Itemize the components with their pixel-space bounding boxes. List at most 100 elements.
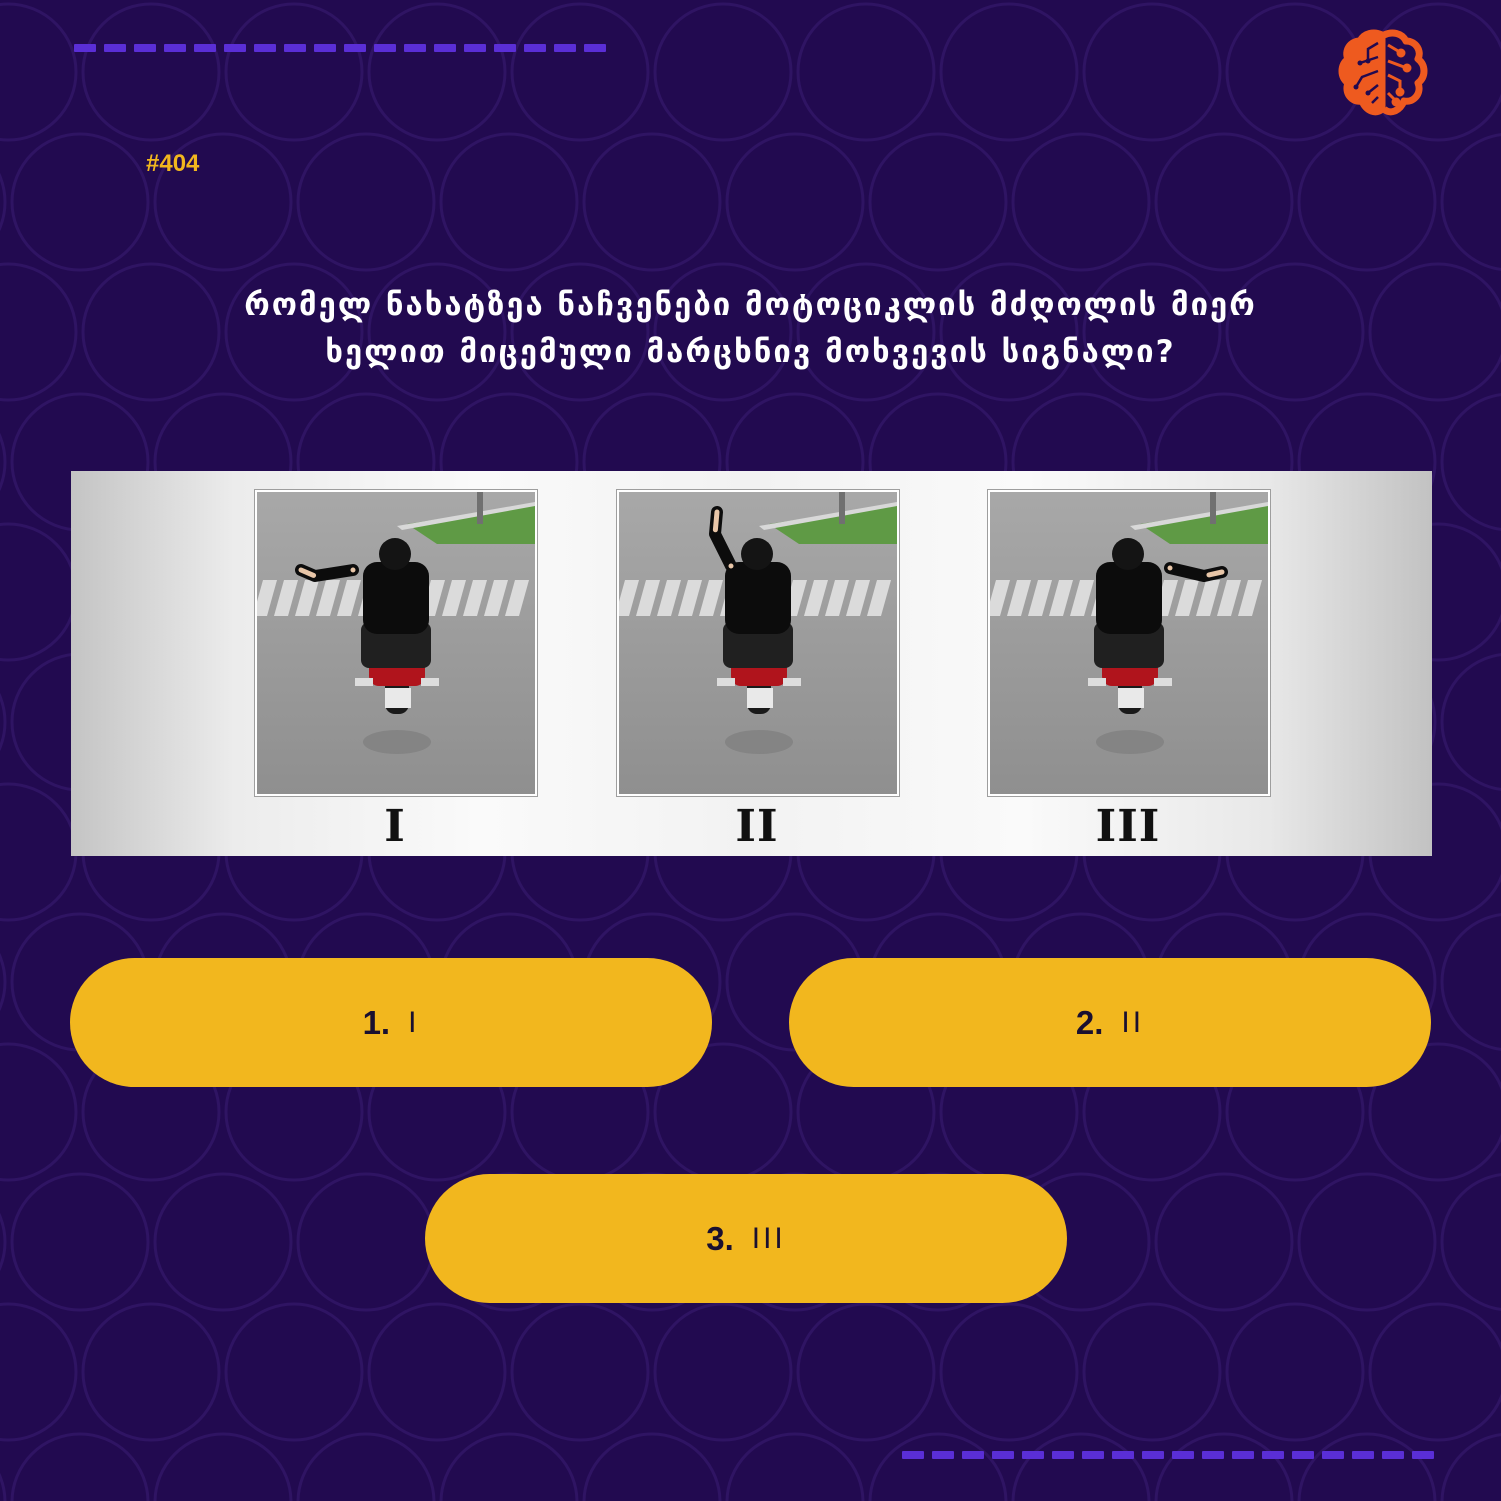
background-circle	[367, 1302, 507, 1442]
dash-segment	[134, 44, 156, 52]
dash-segment	[434, 44, 456, 52]
question-figure: I II III	[71, 471, 1432, 856]
background-circle	[1440, 913, 1501, 1051]
background-circle	[296, 1432, 436, 1501]
dash-segment	[1412, 1451, 1434, 1459]
dash-segment	[1052, 1451, 1074, 1459]
background-circle	[10, 1432, 150, 1501]
answer-option-2-number: 2.	[1075, 1003, 1104, 1041]
background-circle	[653, 1302, 793, 1442]
dash-segment	[404, 44, 426, 52]
dash-segment	[962, 1451, 984, 1459]
motorcycle-scene	[257, 492, 535, 794]
background-circle	[0, 952, 7, 1012]
background-circle	[796, 1302, 936, 1442]
background-circle	[1082, 1302, 1222, 1442]
background-circle	[0, 2, 78, 142]
dash-segment	[374, 44, 396, 52]
background-circle	[1011, 1432, 1151, 1501]
background-circle	[296, 132, 436, 272]
background-circle	[1368, 1302, 1501, 1442]
background-circle	[153, 1432, 293, 1501]
dash-segment	[254, 44, 276, 52]
background-circle	[1011, 132, 1151, 272]
dash-segment	[314, 44, 336, 52]
answer-option-2[interactable]: 2. II	[789, 958, 1431, 1087]
background-circle	[725, 132, 865, 272]
motorcycle-scene	[619, 492, 897, 794]
dash-segment	[1172, 1451, 1194, 1459]
answer-option-1[interactable]: 1. I	[70, 958, 712, 1087]
background-circle	[1082, 2, 1222, 142]
dash-segment	[494, 44, 516, 52]
background-circle	[1154, 1172, 1294, 1312]
background-circle	[510, 2, 650, 142]
question-number: #404	[146, 150, 200, 177]
answer-option-1-number: 1.	[362, 1003, 391, 1041]
background-circle	[81, 2, 221, 142]
question-text: რომელ ნახატზეა ნაჩვენები მოტოციკლის მძღო…	[100, 282, 1401, 376]
dash-segment	[1262, 1451, 1284, 1459]
background-circle	[868, 1432, 1008, 1501]
background-circle	[939, 2, 1079, 142]
background-circle	[510, 1302, 650, 1442]
background-circle	[224, 1302, 364, 1442]
dash-segment	[1322, 1451, 1344, 1459]
dash-segment	[554, 44, 576, 52]
background-circle	[1297, 1432, 1437, 1501]
background-circle	[0, 1472, 7, 1501]
background-circle	[0, 1302, 78, 1442]
answer-option-3-number: 3.	[706, 1219, 734, 1257]
background-circle	[868, 132, 1008, 272]
brain-circuit-logo	[1338, 29, 1428, 116]
background-circle	[153, 1172, 293, 1312]
dash-segment	[932, 1451, 954, 1459]
background-circle	[1440, 1173, 1501, 1311]
background-circle	[725, 1432, 865, 1501]
dash-segment	[1142, 1451, 1164, 1459]
dash-segment	[1082, 1451, 1104, 1459]
background-circle	[10, 132, 150, 272]
dash-segment	[194, 44, 216, 52]
dash-segment	[284, 44, 306, 52]
background-circle	[224, 2, 364, 142]
background-circle	[81, 1302, 221, 1442]
background-circle	[1154, 1432, 1294, 1501]
figure-panel-1	[255, 490, 537, 796]
background-circle	[1440, 393, 1501, 531]
dash-segment	[224, 44, 246, 52]
background-circle	[439, 132, 579, 272]
figure-label-3: III	[1095, 801, 1161, 852]
answer-option-2-value: II	[1121, 1005, 1145, 1039]
dash-segment	[344, 44, 366, 52]
background-circle	[1297, 1172, 1437, 1312]
background-circle	[0, 1212, 7, 1272]
question-line-1: რომელ ნახატზეა ნაჩვენები მოტოციკლის მძღო…	[244, 287, 1257, 323]
background-circle	[0, 262, 78, 402]
decorative-dash-bar-bottom	[902, 1451, 1434, 1459]
dash-segment	[74, 44, 96, 52]
dash-segment	[164, 44, 186, 52]
answer-option-3[interactable]: 3. III	[425, 1174, 1067, 1303]
dash-segment	[1382, 1451, 1404, 1459]
dash-segment	[584, 44, 606, 52]
background-circle	[0, 522, 78, 662]
question-line-2: ხელით მიცემული მარცხნივ მოხვევის სიგნალი…	[325, 334, 1176, 370]
dash-segment	[464, 44, 486, 52]
decorative-dash-bar-top	[74, 44, 606, 52]
background-circle	[1225, 1302, 1365, 1442]
dash-segment	[1352, 1451, 1374, 1459]
background-circle	[439, 1432, 579, 1501]
background-circle	[10, 1172, 150, 1312]
background-circle	[582, 1432, 722, 1501]
answer-option-3-value: III	[751, 1221, 786, 1255]
figure-panel-2	[617, 490, 899, 796]
background-circle	[296, 1172, 436, 1312]
answer-option-1-value: I	[408, 1005, 420, 1039]
background-circle	[582, 132, 722, 272]
background-circle	[1440, 653, 1501, 791]
background-circle	[1297, 132, 1437, 272]
background-circle	[1440, 133, 1501, 271]
background-circle	[653, 2, 793, 142]
dash-segment	[104, 44, 126, 52]
